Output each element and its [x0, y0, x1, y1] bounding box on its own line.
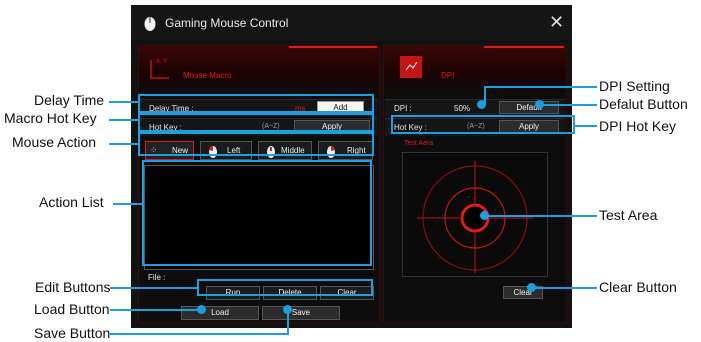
callout-action-list-line — [113, 203, 143, 205]
callout-save-button: Save Button — [34, 325, 111, 341]
callout-default-button: Defalut Button — [599, 96, 688, 112]
callout-clear-button: Clear Button — [599, 279, 677, 295]
callout-test-area: Test Area — [599, 207, 658, 223]
file-label: File : — [148, 273, 166, 282]
macro-header-accent — [289, 46, 377, 48]
callout-edit-line — [110, 287, 198, 289]
callout-test-area-dot — [480, 211, 489, 220]
callout-load-button: Load Button — [34, 301, 110, 317]
callout-dpi-setting-dot — [477, 100, 486, 109]
dpi-header-title: DPI — [441, 71, 455, 80]
macro-hotkey-highlight — [138, 113, 374, 132]
callout-save-dot — [283, 305, 292, 314]
callout-delay-time: Delay Time — [34, 92, 105, 108]
callout-delay-line — [109, 101, 139, 103]
callout-load-dot — [197, 305, 206, 314]
callout-mouse-action-line — [109, 143, 139, 145]
callout-hotkey-line — [109, 119, 139, 121]
callout-test-area-line — [486, 215, 597, 217]
callout-default-line — [540, 104, 597, 106]
dpi-header-accent — [484, 46, 564, 48]
mouse-action-highlight — [138, 132, 374, 156]
macro-panel-header — [139, 46, 379, 94]
close-icon[interactable]: ✕ — [549, 12, 564, 33]
dpi-default-button[interactable]: Default — [499, 101, 559, 114]
mouse-logo-icon — [144, 17, 156, 31]
save-button[interactable]: Save — [262, 306, 340, 320]
window-title: Gaming Mouse Control — [165, 16, 289, 30]
callout-mouse-action: Mouse Action — [12, 134, 97, 150]
xy-label: X, Y — [156, 59, 168, 65]
dpi-label: DPI : — [394, 104, 412, 113]
dpi-icon — [400, 56, 422, 78]
callout-save-line — [110, 333, 289, 335]
macro-header-title: Mouse Macro — [183, 71, 232, 80]
test-area-label: Test Aera — [404, 140, 434, 147]
callout-macro-hot-key: Macro Hot Key — [4, 110, 97, 126]
callout-clear-line — [531, 287, 597, 289]
callout-clear-dot — [527, 283, 536, 292]
title-bar: Gaming Mouse Control ✕ — [131, 5, 572, 40]
edit-buttons-highlight — [197, 279, 373, 296]
action-list-highlight — [142, 160, 372, 266]
callout-default-dot — [535, 100, 544, 109]
dpi-hotkey-highlight — [391, 115, 575, 134]
delay-time-highlight — [138, 94, 374, 113]
callout-dpi-hot-key: DPI Hot Key — [599, 118, 677, 134]
callout-action-list: Action List — [39, 194, 104, 210]
dpi-value: 50% — [454, 104, 471, 113]
callout-dpi-setting-line — [484, 86, 597, 88]
callout-edit-buttons: Edit Buttons — [35, 279, 111, 295]
callout-dpi-hotkey-line — [575, 125, 597, 127]
callout-dpi-setting: DPI Setting — [599, 78, 670, 94]
callout-load-line — [110, 309, 200, 311]
